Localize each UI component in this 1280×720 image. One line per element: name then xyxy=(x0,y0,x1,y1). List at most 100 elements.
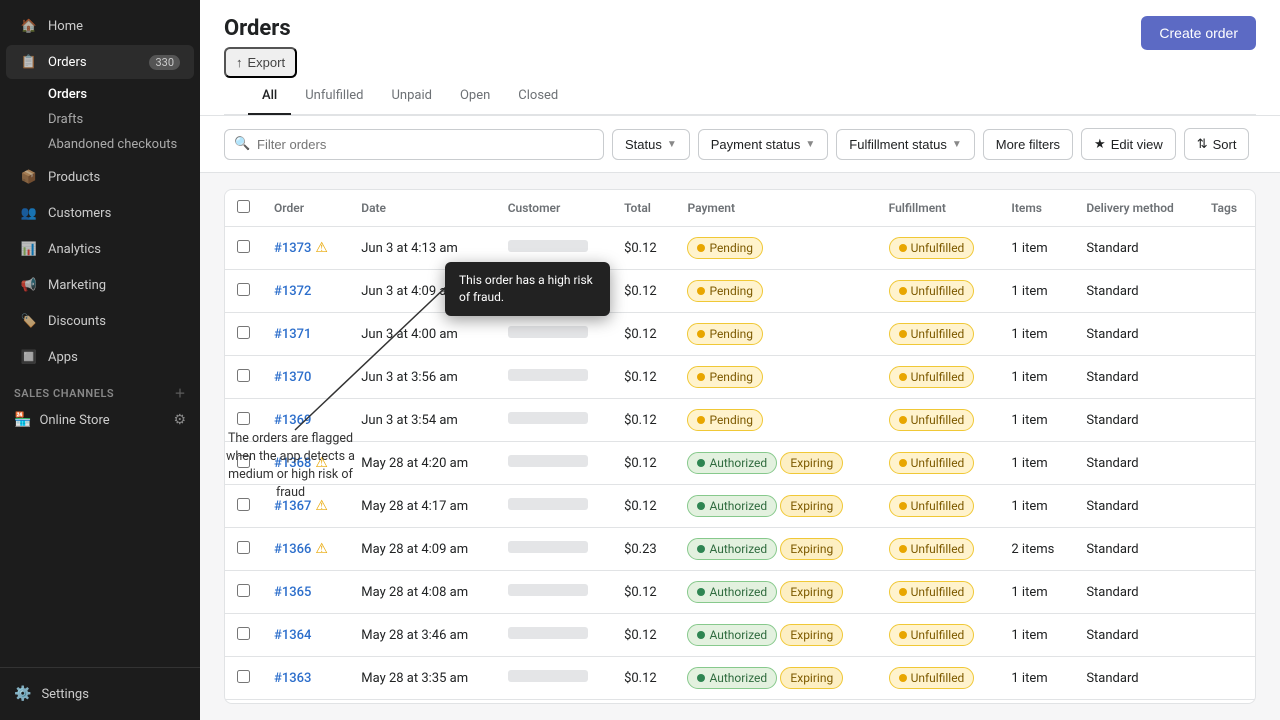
store-icon: 🏪 xyxy=(14,412,31,428)
row-checkbox[interactable] xyxy=(237,541,250,554)
orders-submenu: Orders Drafts Abandoned checkouts xyxy=(0,80,200,159)
col-items: Items xyxy=(999,190,1074,227)
status-filter-caret: ▼ xyxy=(667,139,677,150)
order-delivery: Standard xyxy=(1074,485,1199,528)
order-items: 1 item xyxy=(999,571,1074,614)
order-link[interactable]: #1370 xyxy=(274,370,311,385)
store-icons: ⚙ xyxy=(173,412,186,428)
status-filter-button[interactable]: Status ▼ xyxy=(612,129,690,160)
fulfillment-status-filter-button[interactable]: Fulfillment status ▼ xyxy=(836,129,974,160)
row-checkbox[interactable] xyxy=(237,326,250,339)
tab-unpaid[interactable]: Unpaid xyxy=(377,78,445,115)
sidebar-item-orders[interactable]: 📋 Orders 330 xyxy=(6,45,194,79)
search-wrapper: 🔍 xyxy=(224,129,604,160)
payment-expiring-badge: Expiring xyxy=(780,538,843,560)
row-checkbox[interactable] xyxy=(237,412,250,425)
order-tags xyxy=(1199,657,1255,700)
tab-all[interactable]: All xyxy=(248,78,291,115)
table-row: #1364May 28 at 3:46 am$0.12Authorized Ex… xyxy=(225,614,1255,657)
sidebar-item-products[interactable]: 📦 Products xyxy=(6,160,194,194)
payment-status-filter-button[interactable]: Payment status ▼ xyxy=(698,129,829,160)
sidebar-item-settings[interactable]: ⚙️ Settings xyxy=(0,676,200,712)
order-items: 1 item xyxy=(999,700,1074,705)
fulfillment-badge: Unfulfilled xyxy=(889,624,975,646)
sort-button[interactable]: ⇅ Sort xyxy=(1184,128,1250,160)
order-items: 1 item xyxy=(999,442,1074,485)
order-total: $0.23 xyxy=(612,528,675,571)
order-link[interactable]: #1371 xyxy=(274,327,311,342)
sidebar-item-customers[interactable]: 👥 Customers xyxy=(6,196,194,230)
row-checkbox[interactable] xyxy=(237,627,250,640)
payment-badge: Authorized xyxy=(687,624,777,646)
order-link[interactable]: #1366 xyxy=(274,542,311,557)
order-items: 1 item xyxy=(999,227,1074,270)
payment-status-label: Payment status xyxy=(711,137,801,152)
row-checkbox[interactable] xyxy=(237,240,250,253)
sidebar-item-orders-drafts[interactable]: Drafts xyxy=(38,107,200,132)
customers-icon: 👥 xyxy=(20,204,38,222)
order-delivery: Standard xyxy=(1074,614,1199,657)
customer-placeholder xyxy=(508,326,588,338)
marketing-icon: 📢 xyxy=(20,276,38,294)
sales-channels-label: SALES CHANNELS xyxy=(14,387,114,400)
sidebar-item-apps[interactable]: 🔲 Apps xyxy=(6,340,194,374)
order-link[interactable]: #1373 xyxy=(274,241,311,256)
row-checkbox[interactable] xyxy=(237,584,250,597)
sidebar-item-discounts[interactable]: 🏷️ Discounts xyxy=(6,304,194,338)
order-delivery: Standard xyxy=(1074,356,1199,399)
payment-badge: Authorized xyxy=(687,452,777,474)
col-delivery: Delivery method xyxy=(1074,190,1199,227)
order-date: Jun 3 at 3:56 am xyxy=(349,356,495,399)
fulfillment-badge: Unfulfilled xyxy=(889,409,975,431)
tab-closed[interactable]: Closed xyxy=(504,78,572,115)
sort-icon: ⇅ xyxy=(1197,136,1208,152)
fulfillment-status-caret: ▼ xyxy=(952,139,962,150)
order-link[interactable]: #1372 xyxy=(274,284,311,299)
more-filters-button[interactable]: More filters xyxy=(983,129,1073,160)
table-row: #1366⚠May 28 at 4:09 am$0.23Authorized E… xyxy=(225,528,1255,571)
sidebar-item-analytics[interactable]: 📊 Analytics xyxy=(6,232,194,266)
order-link[interactable]: #1365 xyxy=(274,585,311,600)
sidebar-item-home[interactable]: 🏠 Home xyxy=(6,9,194,43)
col-tags: Tags xyxy=(1199,190,1255,227)
order-items: 2 items xyxy=(999,528,1074,571)
table-row: #1369Jun 3 at 3:54 am$0.12PendingUnfulfi… xyxy=(225,399,1255,442)
table-row: #1371Jun 3 at 4:00 am$0.12PendingUnfulfi… xyxy=(225,313,1255,356)
col-customer: Customer xyxy=(496,190,612,227)
order-date: Jun 3 at 3:54 am xyxy=(349,399,495,442)
search-input[interactable] xyxy=(224,129,604,160)
fulfillment-badge: Unfulfilled xyxy=(889,667,975,689)
fraud-icon: ⚠ xyxy=(315,541,328,557)
order-link[interactable]: #1369 xyxy=(274,413,311,428)
order-total: $0.12 xyxy=(612,485,675,528)
star-icon: ★ xyxy=(1094,136,1106,152)
tab-unfulfilled[interactable]: Unfulfilled xyxy=(291,78,377,115)
row-checkbox[interactable] xyxy=(237,283,250,296)
payment-badge: Authorized xyxy=(687,538,777,560)
order-delivery: Standard xyxy=(1074,227,1199,270)
order-total: $0.12 xyxy=(612,313,675,356)
annotation-text: The orders are flagged when the app dete… xyxy=(218,430,363,503)
sales-channels-section: SALES CHANNELS ＋ xyxy=(0,375,200,405)
order-link[interactable]: #1364 xyxy=(274,628,311,643)
create-order-button[interactable]: Create order xyxy=(1141,16,1256,50)
sidebar-item-marketing[interactable]: 📢 Marketing xyxy=(6,268,194,302)
order-tags xyxy=(1199,227,1255,270)
order-delivery: Standard xyxy=(1074,528,1199,571)
select-all-checkbox[interactable] xyxy=(237,200,250,213)
fulfillment-badge: Unfulfilled xyxy=(889,452,975,474)
customer-placeholder xyxy=(508,455,588,467)
sidebar-item-orders-abandoned[interactable]: Abandoned checkouts xyxy=(38,132,200,157)
store-settings-icon[interactable]: ⚙ xyxy=(173,412,186,428)
sidebar-item-online-store[interactable]: 🏪 Online Store ⚙ xyxy=(0,405,200,435)
sidebar-item-orders-orders[interactable]: Orders xyxy=(38,82,200,107)
order-link[interactable]: #1363 xyxy=(274,671,311,686)
row-checkbox[interactable] xyxy=(237,369,250,382)
order-total: $0.12 xyxy=(612,227,675,270)
row-checkbox[interactable] xyxy=(237,670,250,683)
fulfillment-badge: Unfulfilled xyxy=(889,538,975,560)
add-sales-channel-icon[interactable]: ＋ xyxy=(174,385,186,401)
export-button[interactable]: ↑ Export xyxy=(224,47,297,78)
edit-view-button[interactable]: ★ Edit view xyxy=(1081,128,1176,160)
tab-open[interactable]: Open xyxy=(446,78,504,115)
